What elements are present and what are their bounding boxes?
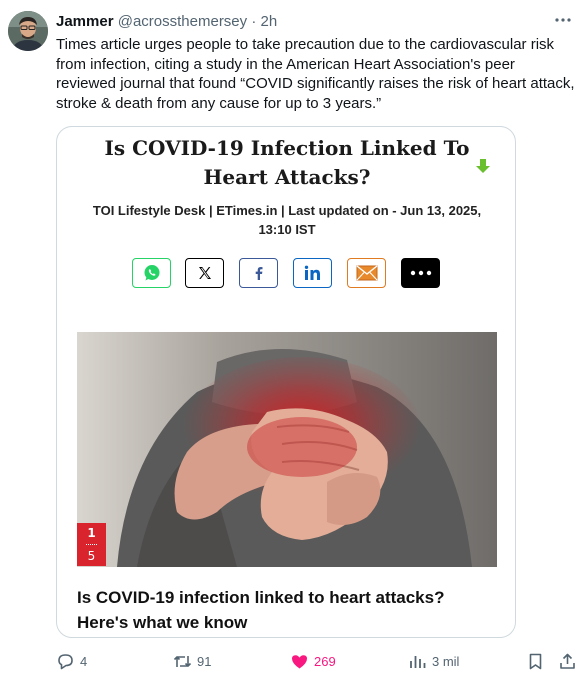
post-actions: 4 91 269 3 mil (56, 650, 578, 672)
more-dots-icon (410, 270, 431, 276)
article-headline[interactable]: Is COVID-19 Infection Linked To Heart At… (57, 134, 515, 192)
slide-separator (86, 544, 97, 545)
article-caption[interactable]: Is COVID-19 infection linked to heart at… (77, 585, 497, 635)
whatsapp-share-button[interactable] (132, 258, 171, 288)
article-card[interactable]: Is COVID-19 Infection Linked To Heart At… (56, 126, 516, 638)
more-options-icon[interactable] (553, 10, 573, 30)
repost-count: 91 (197, 653, 212, 669)
bookmark-icon (529, 653, 542, 669)
bookmark-button[interactable] (526, 650, 550, 672)
reply-count: 4 (80, 653, 88, 669)
article-byline: TOI Lifestyle Desk | ETimes.in | Last up… (92, 203, 482, 237)
slide-current: 1 (87, 526, 96, 540)
separator-dot: · (251, 13, 257, 30)
linkedin-icon (304, 265, 320, 280)
facebook-share-button[interactable] (239, 258, 278, 288)
x-icon (198, 267, 211, 279)
repost-button[interactable]: 91 (173, 650, 211, 672)
author-handle[interactable]: @acrossthemersey (118, 13, 247, 30)
post-time[interactable]: 2h (261, 13, 278, 30)
share-button[interactable] (558, 650, 582, 672)
more-share-button[interactable] (401, 258, 440, 288)
article-image[interactable] (77, 332, 497, 567)
linkedin-share-button[interactable] (293, 258, 332, 288)
like-button[interactable]: 269 (290, 650, 336, 672)
repost-icon (173, 655, 192, 667)
avatar[interactable] (8, 11, 48, 51)
view-count: 3 mil (432, 653, 460, 669)
mail-share-button[interactable] (347, 258, 386, 288)
x-share-button[interactable] (185, 258, 224, 288)
facebook-icon (255, 267, 262, 280)
post-text: Times article urges people to take preca… (56, 36, 575, 112)
reply-icon (58, 653, 73, 669)
green-arrow-icon (475, 158, 491, 174)
views-button[interactable]: 3 mil (408, 650, 459, 672)
reply-button[interactable]: 4 (56, 650, 87, 672)
slide-counter-badge: 1 5 (77, 523, 106, 566)
slide-total: 5 (87, 549, 96, 563)
share-icon (560, 653, 575, 669)
post-header: Jammer @acrossthemersey · 2h (56, 12, 573, 32)
author-name[interactable]: Jammer (56, 13, 114, 30)
like-count: 269 (314, 653, 336, 669)
views-chart-icon (410, 655, 426, 668)
whatsapp-icon (144, 265, 159, 281)
mail-icon (356, 265, 377, 281)
heart-icon (292, 654, 307, 668)
